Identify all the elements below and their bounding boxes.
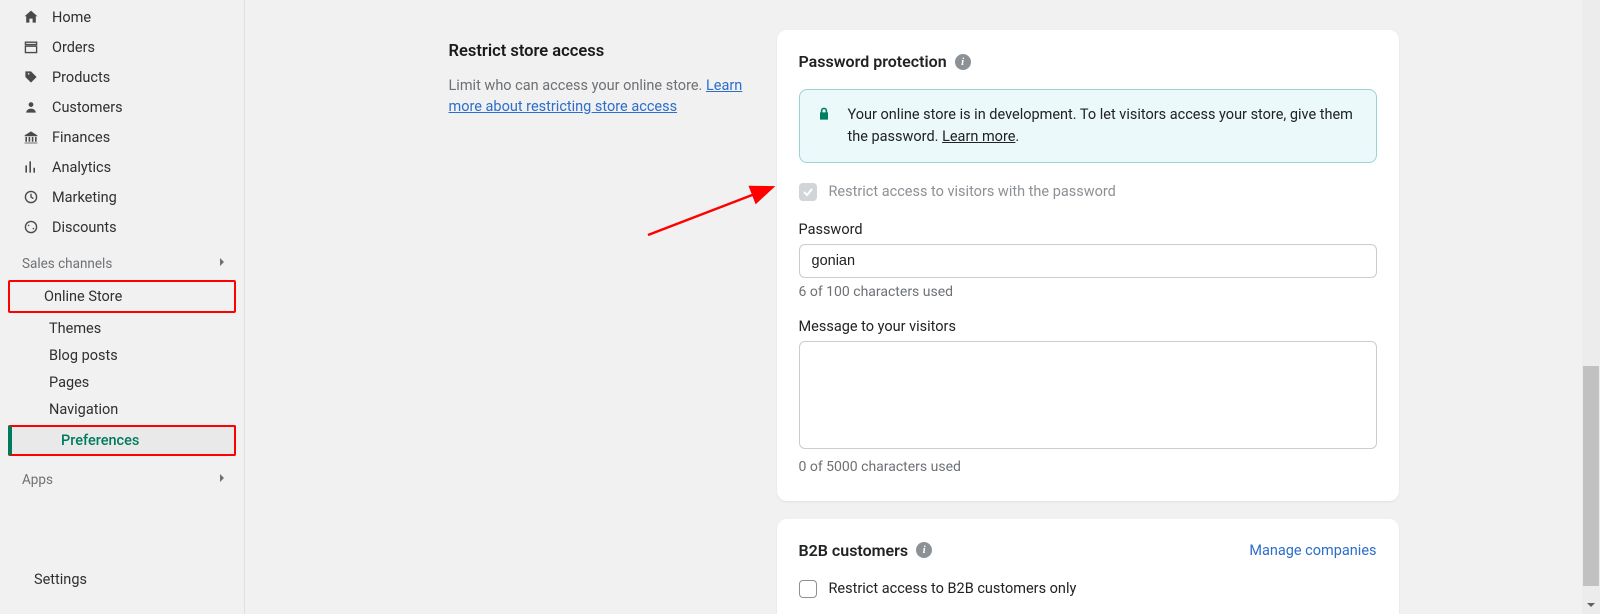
sidebar-sub-label: Navigation xyxy=(49,401,118,418)
sidebar-sub-preferences[interactable]: Preferences xyxy=(8,425,236,456)
sidebar-item-label: Home xyxy=(52,9,91,26)
banner-text: Your online store is in development. To … xyxy=(848,106,1353,145)
b2b-customers-card: B2B customers i Manage companies Restric… xyxy=(777,519,1399,614)
tag-icon xyxy=(22,68,40,86)
checkbox-label: Restrict access to visitors with the pas… xyxy=(829,183,1116,200)
restrict-visitors-checkbox-row: Restrict access to visitors with the pas… xyxy=(799,183,1377,201)
sidebar-item-customers[interactable]: Customers xyxy=(0,92,244,122)
sidebar-sub-navigation[interactable]: Navigation xyxy=(0,396,244,423)
sales-channels-label: Sales channels xyxy=(22,256,112,272)
sidebar: Home Orders Products Customers Finances … xyxy=(0,0,245,614)
sidebar-item-discounts[interactable]: Discounts xyxy=(0,212,244,242)
sidebar-item-label: Orders xyxy=(52,39,95,56)
sidebar-item-settings[interactable]: Settings xyxy=(0,565,245,594)
sidebar-sub-pages[interactable]: Pages xyxy=(0,369,244,396)
sidebar-item-products[interactable]: Products xyxy=(0,62,244,92)
sidebar-item-marketing[interactable]: Marketing xyxy=(0,182,244,212)
lock-icon xyxy=(816,104,834,148)
sidebar-item-analytics[interactable]: Analytics xyxy=(0,152,244,182)
main-content: Restrict store access Limit who can acce… xyxy=(245,0,1600,614)
card-title: Password protection xyxy=(799,52,947,71)
sidebar-item-label: Marketing xyxy=(52,189,117,206)
banner-suffix: . xyxy=(1015,128,1019,145)
message-label: Message to your visitors xyxy=(799,318,1377,335)
card-title: B2B customers xyxy=(799,541,909,560)
sidebar-sub-label: Preferences xyxy=(61,432,139,449)
vertical-scrollbar[interactable] xyxy=(1582,0,1600,614)
sidebar-sub-themes[interactable]: Themes xyxy=(0,315,244,342)
person-icon xyxy=(22,98,40,116)
section-description: Limit who can access your online store. xyxy=(449,77,706,94)
chevron-right-icon[interactable] xyxy=(216,472,228,488)
home-icon xyxy=(22,8,40,26)
target-icon xyxy=(22,188,40,206)
sidebar-sub-blog-posts[interactable]: Blog posts xyxy=(0,342,244,369)
sidebar-item-finances[interactable]: Finances xyxy=(0,122,244,152)
info-icon[interactable]: i xyxy=(955,54,971,70)
sidebar-item-label: Products xyxy=(52,69,110,86)
sidebar-sub-label: Blog posts xyxy=(49,347,118,364)
manage-companies-link[interactable]: Manage companies xyxy=(1249,542,1376,559)
sidebar-item-home[interactable]: Home xyxy=(0,2,244,32)
scrollbar-down-icon[interactable] xyxy=(1582,596,1600,614)
scrollbar-thumb[interactable] xyxy=(1583,366,1599,586)
sidebar-item-label: Online Store xyxy=(44,288,122,305)
password-protection-card: Password protection i Your online store … xyxy=(777,30,1399,501)
chevron-right-icon[interactable] xyxy=(216,256,228,272)
password-input[interactable] xyxy=(799,244,1377,278)
banner-learn-more-link[interactable]: Learn more xyxy=(942,128,1015,145)
message-hint: 0 of 5000 characters used xyxy=(799,459,1377,475)
section-title: Restrict store access xyxy=(449,42,753,61)
bank-icon xyxy=(22,128,40,146)
analytics-icon xyxy=(22,158,40,176)
apps-label: Apps xyxy=(22,472,53,488)
development-banner: Your online store is in development. To … xyxy=(799,89,1377,163)
password-hint: 6 of 100 characters used xyxy=(799,284,1377,300)
discount-icon xyxy=(22,218,40,236)
sidebar-item-orders[interactable]: Orders xyxy=(0,32,244,62)
sidebar-item-online-store[interactable]: Online Store xyxy=(8,280,236,313)
sidebar-sub-label: Pages xyxy=(49,374,89,391)
sidebar-item-label: Settings xyxy=(34,571,87,588)
sidebar-item-label: Analytics xyxy=(52,159,111,176)
orders-icon xyxy=(22,38,40,56)
sales-channels-heading: Sales channels xyxy=(0,242,244,278)
restrict-visitors-checkbox[interactable] xyxy=(799,183,817,201)
message-textarea[interactable] xyxy=(799,341,1377,449)
info-icon[interactable]: i xyxy=(916,542,932,558)
restrict-access-summary: Restrict store access Limit who can acce… xyxy=(443,30,753,117)
password-label: Password xyxy=(799,221,1377,238)
checkbox-label: Restrict access to B2B customers only xyxy=(829,580,1077,597)
sidebar-item-label: Discounts xyxy=(52,219,117,236)
b2b-restrict-checkbox[interactable] xyxy=(799,580,817,598)
sidebar-item-label: Customers xyxy=(52,99,123,116)
sidebar-item-label: Finances xyxy=(52,129,110,146)
sidebar-sub-label: Themes xyxy=(49,320,101,337)
apps-heading[interactable]: Apps xyxy=(0,458,244,494)
